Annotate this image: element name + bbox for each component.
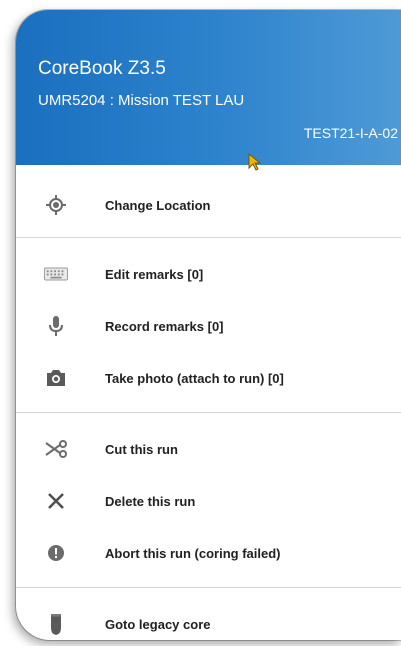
drawer-menu: Change Location Edit remarks [0] Record … [16, 165, 401, 640]
menu-item-change-location[interactable]: Change Location [16, 179, 401, 231]
alert-icon [44, 541, 68, 565]
camera-icon [44, 366, 68, 390]
menu-section-run-actions: Cut this run Delete this run Abort this … [16, 413, 401, 579]
run-code: TEST21-I-A-02 [303, 125, 398, 141]
scissors-icon [44, 437, 68, 461]
microphone-icon [44, 314, 68, 338]
navigation-drawer: CoreBook Z3.5 UMR5204 : Mission TEST LAU… [16, 10, 401, 640]
keyboard-icon [44, 262, 68, 286]
menu-section-legacy: Goto legacy core [16, 588, 401, 640]
menu-item-cut-run[interactable]: Cut this run [16, 423, 401, 475]
menu-item-record-remarks[interactable]: Record remarks [0] [16, 300, 401, 352]
menu-item-label: Abort this run (coring failed) [105, 545, 281, 561]
menu-item-abort-run[interactable]: Abort this run (coring failed) [16, 527, 401, 579]
menu-item-label: Goto legacy core [105, 616, 211, 632]
mission-name: UMR5204 : Mission TEST LAU [38, 92, 245, 109]
menu-section-remarks: Edit remarks [0] Record remarks [0] Take… [16, 238, 401, 404]
location-icon [44, 193, 68, 217]
menu-item-label: Take photo (attach to run) [0] [105, 370, 284, 386]
menu-item-label: Record remarks [0] [105, 318, 224, 334]
menu-item-label: Change Location [105, 197, 211, 213]
menu-item-edit-remarks[interactable]: Edit remarks [0] [16, 248, 401, 300]
menu-item-label: Edit remarks [0] [105, 266, 204, 282]
menu-item-label: Cut this run [105, 441, 178, 457]
menu-item-delete-run[interactable]: Delete this run [16, 475, 401, 527]
menu-section-location: Change Location [16, 179, 401, 231]
menu-item-label: Delete this run [105, 493, 196, 509]
menu-item-goto-legacy-core[interactable]: Goto legacy core [16, 598, 401, 640]
core-icon [44, 612, 68, 636]
menu-item-take-photo[interactable]: Take photo (attach to run) [0] [16, 352, 401, 404]
app-title: CoreBook Z3.5 [38, 58, 166, 79]
drawer-header: CoreBook Z3.5 UMR5204 : Mission TEST LAU… [16, 10, 401, 165]
close-icon [44, 489, 68, 513]
